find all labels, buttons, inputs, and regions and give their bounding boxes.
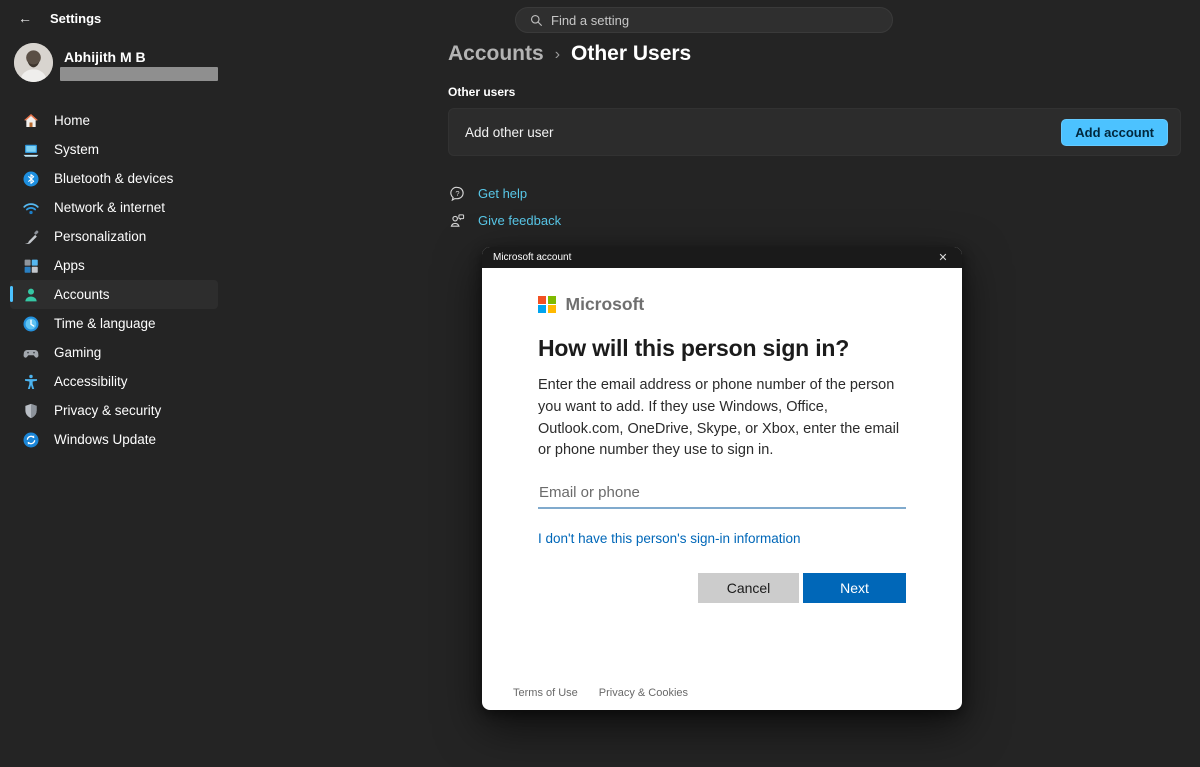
search-input[interactable]	[551, 13, 882, 28]
chevron-right-icon: ›	[555, 44, 560, 64]
microsoft-account-dialog: Microsoft account ✕ Microsoft How will t…	[482, 247, 962, 710]
get-help-label: Get help	[478, 186, 527, 201]
profile-name[interactable]: Abhijith M B	[64, 49, 146, 65]
page-title: Other Users	[571, 42, 691, 66]
section-label-other-users: Other users	[448, 85, 515, 99]
give-feedback-label: Give feedback	[478, 213, 561, 228]
search-icon	[530, 14, 543, 27]
back-icon[interactable]: ←	[18, 10, 32, 26]
window-header: ← Settings	[18, 10, 101, 26]
close-icon[interactable]: ✕	[924, 247, 962, 268]
dialog-heading: How will this person sign in?	[538, 335, 906, 362]
home-icon	[22, 112, 40, 130]
paintbrush-icon	[22, 228, 40, 246]
sidebar-item-label: Accounts	[54, 287, 110, 302]
person-icon	[22, 286, 40, 304]
sidebar-item-label: Privacy & security	[54, 403, 161, 418]
sidebar-item-accessibility[interactable]: Accessibility	[10, 367, 218, 396]
sidebar-item-network[interactable]: Network & internet	[10, 193, 218, 222]
update-arrows-icon	[22, 431, 40, 449]
sidebar-item-windows-update[interactable]: Windows Update	[10, 425, 218, 454]
wifi-icon	[22, 199, 40, 217]
sidebar-item-label: System	[54, 142, 99, 157]
avatar-photo	[14, 43, 53, 82]
sidebar-item-bluetooth[interactable]: Bluetooth & devices	[10, 164, 218, 193]
sidebar-item-label: Bluetooth & devices	[54, 171, 173, 186]
sidebar-item-label: Apps	[54, 258, 85, 273]
dialog-footer: Terms of Use Privacy & Cookies	[513, 687, 688, 699]
sidebar-item-apps[interactable]: Apps	[10, 251, 218, 280]
cancel-button[interactable]: Cancel	[698, 573, 799, 603]
dialog-body: Microsoft How will this person sign in? …	[482, 268, 962, 710]
sidebar-item-personalization[interactable]: Personalization	[10, 222, 218, 251]
laptop-icon	[22, 141, 40, 159]
no-sign-in-info-link[interactable]: I don't have this person's sign-in infor…	[538, 531, 801, 546]
help-links: ? Get help Give feedback	[450, 180, 561, 234]
settings-sidebar: Home System Bluetooth & devices Network …	[10, 106, 218, 454]
shield-icon	[22, 402, 40, 420]
microsoft-logo-icon	[538, 296, 556, 314]
person-speech-icon	[450, 213, 465, 228]
sidebar-item-label: Home	[54, 113, 90, 128]
sidebar-item-label: Time & language	[54, 316, 156, 331]
breadcrumb-accounts[interactable]: Accounts	[448, 42, 544, 66]
privacy-cookies-link[interactable]: Privacy & Cookies	[599, 687, 688, 699]
gamepad-icon	[22, 344, 40, 362]
dialog-titlebar: Microsoft account ✕	[482, 247, 962, 268]
dialog-title: Microsoft account	[493, 252, 924, 263]
sidebar-item-time-language[interactable]: Time & language	[10, 309, 218, 338]
sidebar-item-label: Accessibility	[54, 374, 128, 389]
terms-of-use-link[interactable]: Terms of Use	[513, 687, 578, 699]
window-title: Settings	[50, 11, 101, 26]
sidebar-item-label: Windows Update	[54, 432, 156, 447]
avatar[interactable]	[14, 43, 53, 82]
sidebar-item-system[interactable]: System	[10, 135, 218, 164]
add-other-user-label: Add other user	[465, 125, 1061, 140]
accessibility-person-icon	[22, 373, 40, 391]
add-other-user-card: Add other user Add account	[448, 108, 1181, 156]
get-help-link[interactable]: ? Get help	[450, 180, 561, 207]
sidebar-item-gaming[interactable]: Gaming	[10, 338, 218, 367]
dialog-button-row: Cancel Next	[538, 573, 906, 603]
sidebar-item-label: Network & internet	[54, 200, 165, 215]
next-button[interactable]: Next	[803, 573, 906, 603]
sidebar-item-home[interactable]: Home	[10, 106, 218, 135]
svg-text:?: ?	[455, 189, 459, 198]
profile-loading-bar	[60, 67, 218, 81]
question-bubble-icon: ?	[450, 186, 465, 201]
dialog-body-text: Enter the email address or phone number …	[538, 375, 906, 462]
breadcrumb: Accounts › Other Users	[448, 42, 691, 66]
microsoft-brand-row: Microsoft	[538, 294, 906, 315]
clock-icon	[22, 315, 40, 333]
add-account-button[interactable]: Add account	[1061, 119, 1168, 146]
sidebar-item-accounts[interactable]: Accounts	[10, 280, 218, 309]
bluetooth-icon	[22, 170, 40, 188]
search-box	[515, 7, 893, 33]
email-or-phone-input[interactable]	[538, 481, 906, 509]
sidebar-item-label: Personalization	[54, 229, 146, 244]
microsoft-brand-label: Microsoft	[566, 294, 645, 315]
apps-grid-icon	[22, 257, 40, 275]
give-feedback-link[interactable]: Give feedback	[450, 207, 561, 234]
sidebar-item-label: Gaming	[54, 345, 101, 360]
sidebar-item-privacy-security[interactable]: Privacy & security	[10, 396, 218, 425]
